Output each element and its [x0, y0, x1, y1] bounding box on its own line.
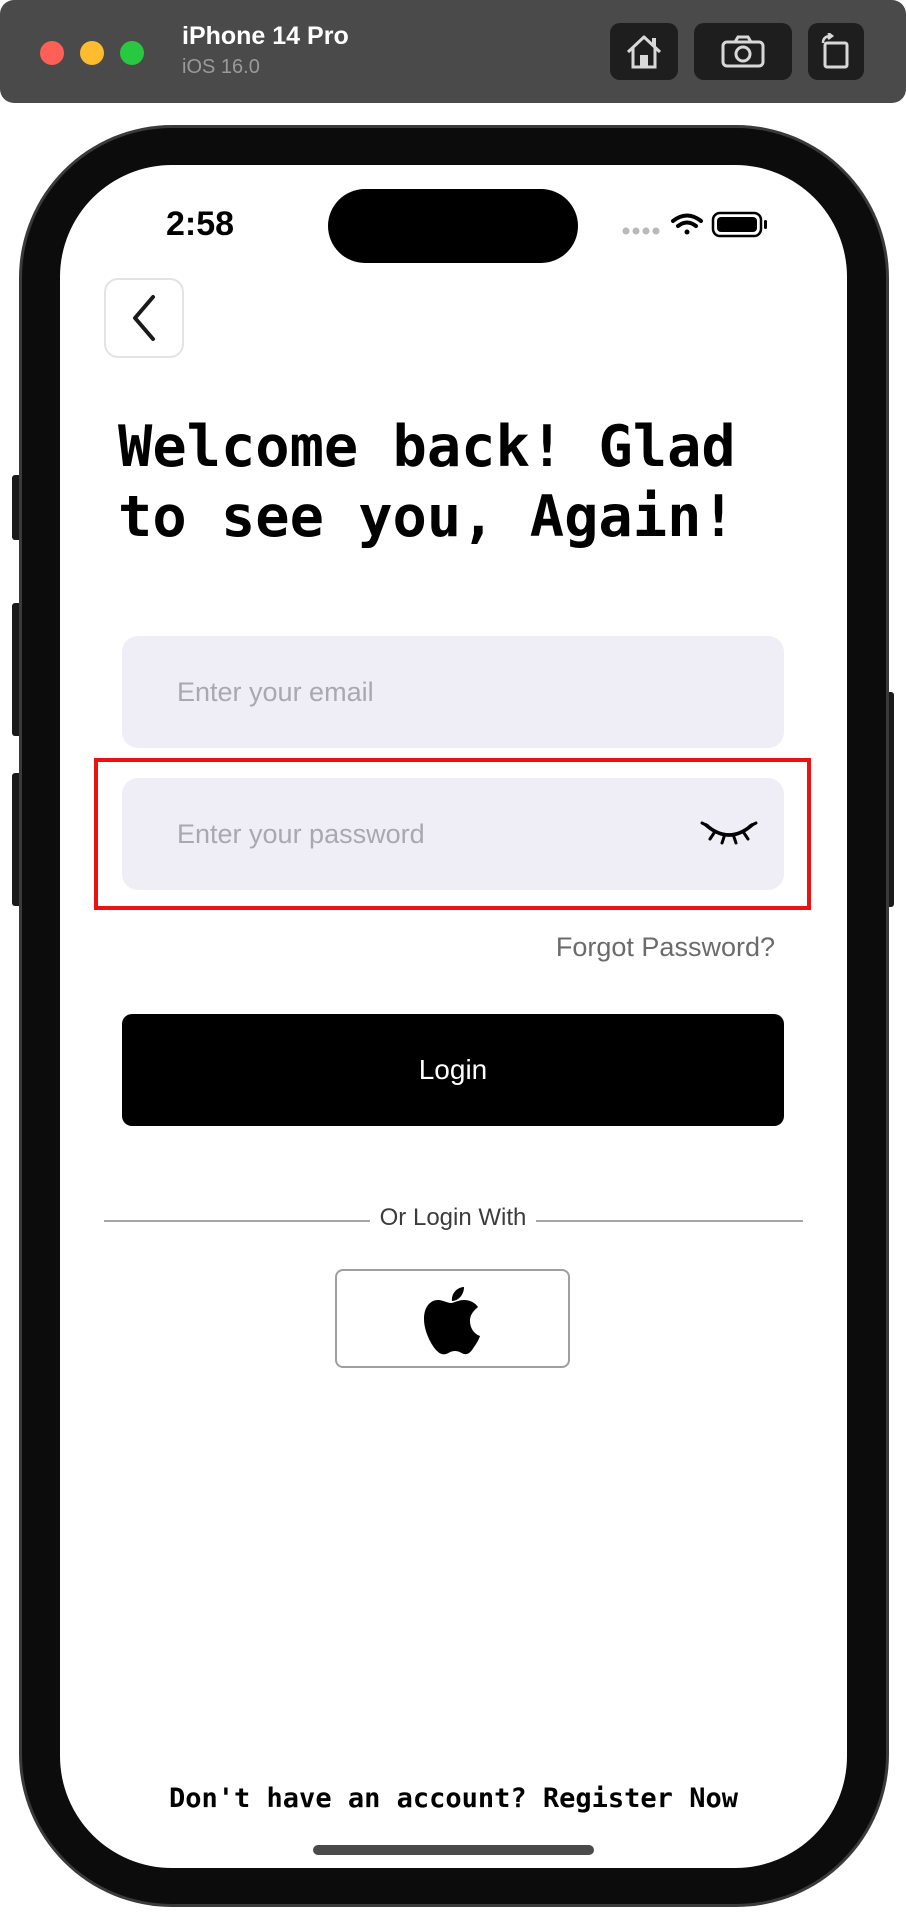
- password-input[interactable]: [122, 778, 784, 890]
- battery-icon: [711, 211, 767, 238]
- minimize-window-button[interactable]: [80, 41, 104, 65]
- login-button[interactable]: Login: [122, 1014, 784, 1126]
- divider-text: Or Login With: [379, 1204, 527, 1231]
- screenshot-button[interactable]: [694, 23, 792, 80]
- home-icon: [626, 35, 662, 68]
- apple-login-button[interactable]: [335, 1269, 570, 1368]
- apple-logo-icon: [423, 1286, 480, 1354]
- status-time: 2:58: [166, 205, 235, 243]
- zoom-window-button[interactable]: [120, 41, 144, 65]
- dynamic-island: [328, 189, 578, 263]
- welcome-heading: Welcome back! Glad to see you, Again!: [118, 414, 736, 550]
- eye-closed-icon: [700, 821, 758, 845]
- screenshot-icon: [721, 35, 765, 67]
- divider-left: [104, 1220, 370, 1222]
- forgot-password-link[interactable]: Forgot Password?: [556, 932, 775, 963]
- signal-dots-icon: [622, 227, 660, 235]
- toggle-password-visibility-button[interactable]: [700, 815, 758, 851]
- home-button[interactable]: [610, 23, 678, 80]
- device-name: iPhone 14 Pro: [182, 22, 349, 50]
- status-icons: [622, 211, 792, 241]
- simulator-title-bar: iPhone 14 Pro iOS 16.0: [0, 0, 906, 103]
- rotate-icon: [821, 32, 849, 68]
- close-window-button[interactable]: [40, 41, 64, 65]
- phone-screen: 2:58 Welcome back! Glad to see you, Agai…: [60, 165, 847, 1868]
- rotate-button[interactable]: [808, 23, 864, 80]
- divider-right: [536, 1220, 803, 1222]
- os-version: iOS 16.0: [182, 56, 260, 78]
- wifi-icon: [671, 213, 703, 235]
- home-indicator: [313, 1845, 594, 1855]
- chevron-left-icon: [133, 295, 155, 341]
- register-prompt[interactable]: Don't have an account? Register Now: [60, 1783, 847, 1814]
- back-button[interactable]: [104, 278, 184, 358]
- email-input[interactable]: [122, 636, 784, 748]
